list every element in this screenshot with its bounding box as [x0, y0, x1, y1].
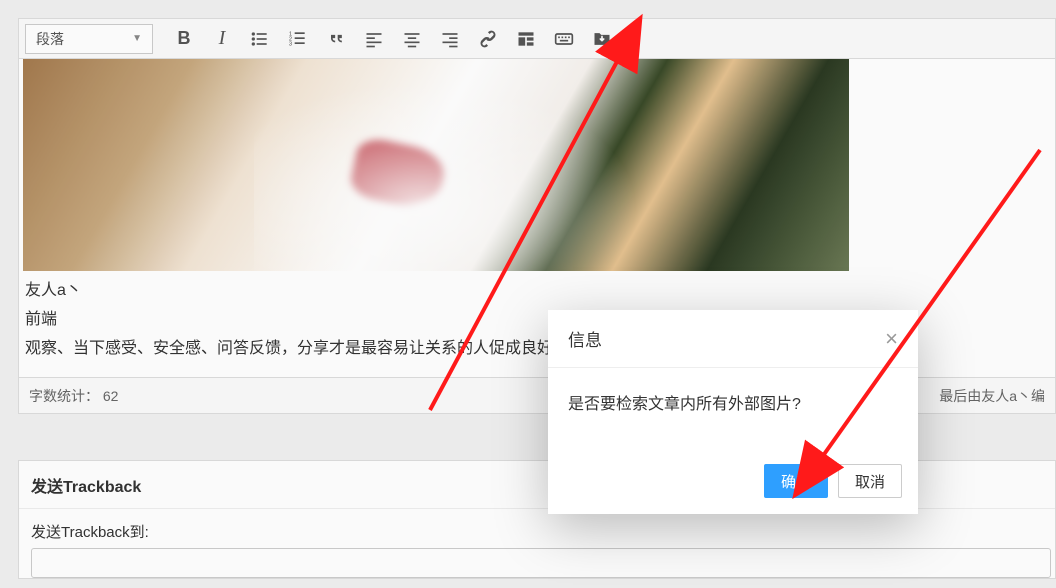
- cancel-button[interactable]: 取消: [838, 464, 902, 498]
- close-icon[interactable]: ×: [885, 328, 898, 350]
- confirm-modal: 信息 × 是否要检索文章内所有外部图片? 确定 取消: [548, 310, 918, 514]
- modal-message: 是否要检索文章内所有外部图片?: [548, 368, 918, 414]
- modal-footer: 确定 取消: [764, 464, 902, 498]
- page-root: 段落 ▼ B I 123: [0, 0, 1056, 588]
- confirm-button[interactable]: 确定: [764, 464, 828, 498]
- modal-title: 信息: [568, 326, 602, 351]
- modal-header: 信息 ×: [548, 310, 918, 368]
